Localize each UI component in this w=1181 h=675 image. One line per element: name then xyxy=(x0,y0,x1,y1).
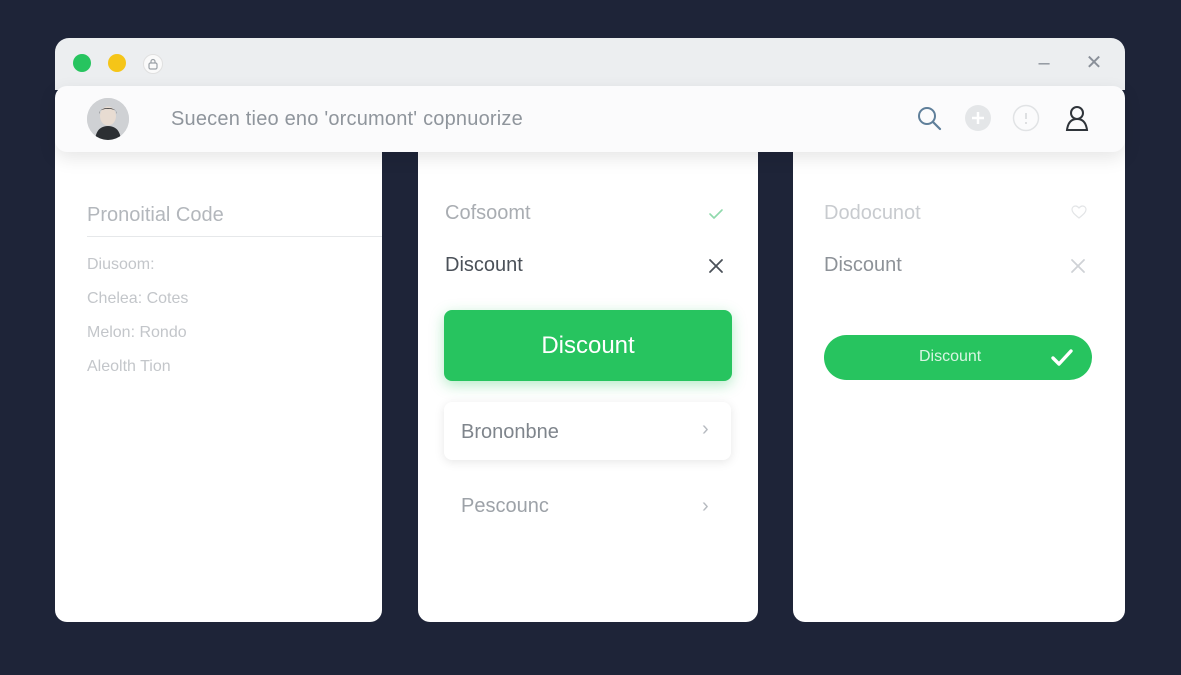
window-dot-green[interactable] xyxy=(73,54,91,72)
header-title: Suecen tieo eno 'orcumont' copnuorize xyxy=(171,108,523,130)
list-item-label: Pescounc xyxy=(461,495,549,517)
chevron-right-icon: › xyxy=(702,418,709,440)
search-icon[interactable] xyxy=(915,104,943,132)
left-list-item[interactable]: Chelea: Cotes xyxy=(87,290,188,308)
left-list-item[interactable]: Diusoom: xyxy=(87,256,155,274)
avatar[interactable] xyxy=(87,98,129,140)
close-icon[interactable] xyxy=(1069,257,1087,275)
discount-row-label[interactable]: Discount xyxy=(445,254,523,277)
discount-applied-label: Discount xyxy=(919,348,982,365)
list-item-card[interactable]: Brononbne › xyxy=(444,402,731,460)
plus-icon[interactable] xyxy=(964,104,992,132)
discount-applied-button[interactable]: Discount xyxy=(824,335,1092,380)
close-button[interactable]: ✕ xyxy=(1083,52,1105,74)
discount-row-label[interactable]: Discount xyxy=(824,254,902,277)
app-header: Suecen tieo eno 'orcumont' copnuorize xyxy=(55,86,1125,152)
check-icon xyxy=(1051,349,1073,366)
info-icon[interactable] xyxy=(1012,104,1040,132)
middle-panel: Cofsoomt Discount Discount Brononbne › P… xyxy=(418,114,758,622)
divider xyxy=(87,236,382,237)
window-dot-yellow[interactable] xyxy=(108,54,126,72)
option-row-label[interactable]: Cofsoomt xyxy=(445,202,531,225)
right-panel: Dodocunot Discount Discount xyxy=(793,114,1125,622)
option-row-label[interactable]: Dodocunot xyxy=(824,202,921,225)
left-list-item[interactable]: Melon: Rondo xyxy=(87,324,187,342)
heart-icon xyxy=(1071,205,1087,219)
discount-button[interactable]: Discount xyxy=(444,310,732,381)
lock-icon xyxy=(143,54,163,74)
chevron-right-icon: › xyxy=(702,495,709,517)
minimize-button[interactable]: – xyxy=(1033,52,1055,74)
list-item-label: Brononbne xyxy=(461,421,559,443)
title-bar: – ✕ xyxy=(55,38,1125,90)
check-icon xyxy=(709,209,723,219)
user-icon[interactable] xyxy=(1063,104,1091,132)
left-panel-title: Pronoitial Code xyxy=(87,204,224,226)
left-list-item[interactable]: Aleolth Tion xyxy=(87,358,171,376)
close-icon[interactable] xyxy=(706,256,726,276)
left-panel: Pronoitial Code Diusoom: Chelea: Cotes M… xyxy=(55,114,382,622)
